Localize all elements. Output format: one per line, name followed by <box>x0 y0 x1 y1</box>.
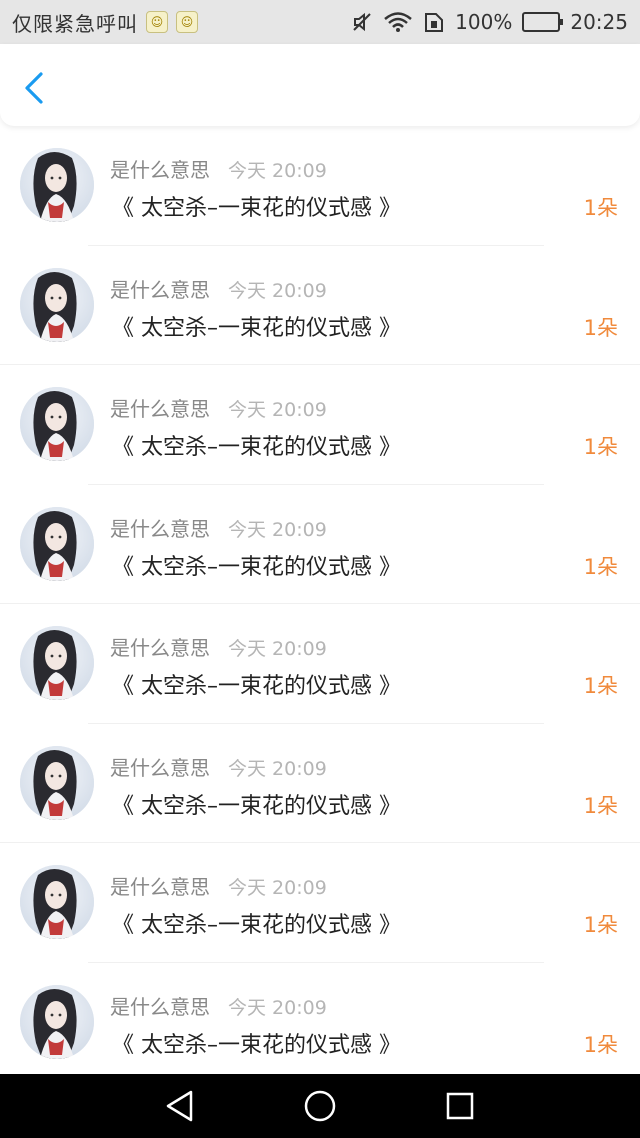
avatar[interactable] <box>20 506 94 581</box>
back-triangle-icon <box>166 1090 193 1122</box>
flower-count: 1朵 <box>583 196 618 220</box>
avatar[interactable] <box>20 865 94 939</box>
status-right: 100% 20:25 <box>351 10 628 34</box>
mute-icon <box>351 11 373 33</box>
sender-line: 是什么意思 今天 20:09 <box>110 752 327 781</box>
timestamp: 今天 20:09 <box>228 638 327 660</box>
recents-square-icon <box>446 1092 474 1120</box>
timestamp: 今天 20:09 <box>228 877 327 899</box>
flower-count: 1朵 <box>583 435 618 459</box>
sender-line: 是什么意思 今天 20:09 <box>110 274 327 303</box>
flower-count: 1朵 <box>583 913 618 937</box>
sender-line: 是什么意思 今天 20:09 <box>110 871 327 900</box>
sender-line: 是什么意思 今天 20:09 <box>110 154 327 183</box>
timestamp: 今天 20:09 <box>228 518 327 541</box>
battery-icon <box>522 12 564 32</box>
flower-count: 1朵 <box>583 554 618 579</box>
list-item[interactable]: 是什么意思 今天 20:09 《 太空杀–一束花的仪式感 》 1朵 <box>0 604 640 724</box>
gift-title: 《 太空杀–一束花的仪式感 》 <box>112 793 401 819</box>
home-circle-icon <box>304 1090 336 1122</box>
avatar[interactable] <box>20 267 94 342</box>
avatar[interactable] <box>20 148 94 222</box>
back-button[interactable] <box>18 70 50 106</box>
system-nav-bar <box>0 1074 640 1138</box>
sender-line: 是什么意思 今天 20:09 <box>110 632 327 661</box>
sender-name: 是什么意思 <box>110 516 210 541</box>
gift-title: 《 太空杀–一束花的仪式感 》 <box>112 674 401 699</box>
timestamp: 今天 20:09 <box>228 279 327 302</box>
header-bar <box>0 44 640 126</box>
timestamp: 今天 20:09 <box>228 399 327 421</box>
list-item[interactable]: 是什么意思 今天 20:09 《 太空杀–一束花的仪式感 》 1朵 <box>0 126 640 246</box>
flower-count: 1朵 <box>583 793 618 818</box>
list-item[interactable]: 是什么意思 今天 20:09 《 太空杀–一束花的仪式感 》 1朵 <box>0 963 640 1083</box>
gift-title: 《 太空杀–一束花的仪式感 》 <box>112 435 401 460</box>
sender-line: 是什么意思 今天 20:09 <box>110 513 327 542</box>
sender-line: 是什么意思 今天 20:09 <box>110 991 327 1020</box>
gift-title: 《 太空杀–一束花的仪式感 》 <box>112 913 401 938</box>
list-item[interactable]: 是什么意思 今天 20:09 《 太空杀–一束花的仪式感 》 1朵 <box>0 485 640 604</box>
status-left: 仅限紧急呼叫 ☺ ☺ <box>12 8 198 37</box>
flower-count: 1朵 <box>583 1032 618 1057</box>
chevron-left-icon <box>25 72 43 104</box>
nav-back-button[interactable] <box>156 1082 204 1130</box>
gift-record-list: 是什么意思 今天 20:09 《 太空杀–一束花的仪式感 》 1朵 是什么意思 今天 2… <box>0 126 640 1082</box>
gift-title: 《 太空杀–一束花的仪式感 》 <box>112 315 401 341</box>
list-item[interactable]: 是什么意思 今天 20:09 《 太空杀–一束花的仪式感 》 1朵 <box>0 246 640 365</box>
sender-name: 是什么意思 <box>110 277 210 302</box>
list-item[interactable]: 是什么意思 今天 20:09 《 太空杀–一束花的仪式感 》 1朵 <box>0 724 640 843</box>
timestamp: 今天 20:09 <box>228 160 327 182</box>
avatar[interactable] <box>20 626 94 700</box>
sim-icon <box>423 11 445 33</box>
sender-line: 是什么意思 今天 20:09 <box>110 393 327 422</box>
gift-title: 《 太空杀–一束花的仪式感 》 <box>112 1032 401 1058</box>
list-item[interactable]: 是什么意思 今天 20:09 《 太空杀–一束花的仪式感 》 1朵 <box>0 365 640 485</box>
sender-name: 是什么意思 <box>110 994 210 1019</box>
sender-name: 是什么意思 <box>110 755 210 780</box>
sender-name: 是什么意思 <box>110 158 210 182</box>
gift-title: 《 太空杀–一束花的仪式感 》 <box>112 196 401 221</box>
timestamp: 今天 20:09 <box>228 757 327 780</box>
flower-count: 1朵 <box>583 315 618 340</box>
nav-recents-button[interactable] <box>436 1082 484 1130</box>
sender-name: 是什么意思 <box>110 397 210 421</box>
status-bar: 仅限紧急呼叫 ☺ ☺ 100% 20:25 <box>0 0 640 44</box>
avatar[interactable] <box>20 387 94 461</box>
wifi-icon <box>383 11 413 33</box>
notification-app-icon: ☺ <box>176 11 198 33</box>
avatar[interactable] <box>20 984 94 1059</box>
carrier-text: 仅限紧急呼叫 <box>12 11 138 36</box>
nav-home-button[interactable] <box>296 1082 344 1130</box>
clock: 20:25 <box>570 10 628 34</box>
notification-app-icon: ☺ <box>146 11 168 33</box>
sender-name: 是什么意思 <box>110 875 210 899</box>
sender-name: 是什么意思 <box>110 636 210 660</box>
flower-count: 1朵 <box>583 674 618 698</box>
timestamp: 今天 20:09 <box>228 996 327 1019</box>
gift-title: 《 太空杀–一束花的仪式感 》 <box>112 554 401 580</box>
avatar[interactable] <box>20 745 94 820</box>
list-item[interactable]: 是什么意思 今天 20:09 《 太空杀–一束花的仪式感 》 1朵 <box>0 843 640 963</box>
battery-percent: 100% <box>455 10 513 34</box>
